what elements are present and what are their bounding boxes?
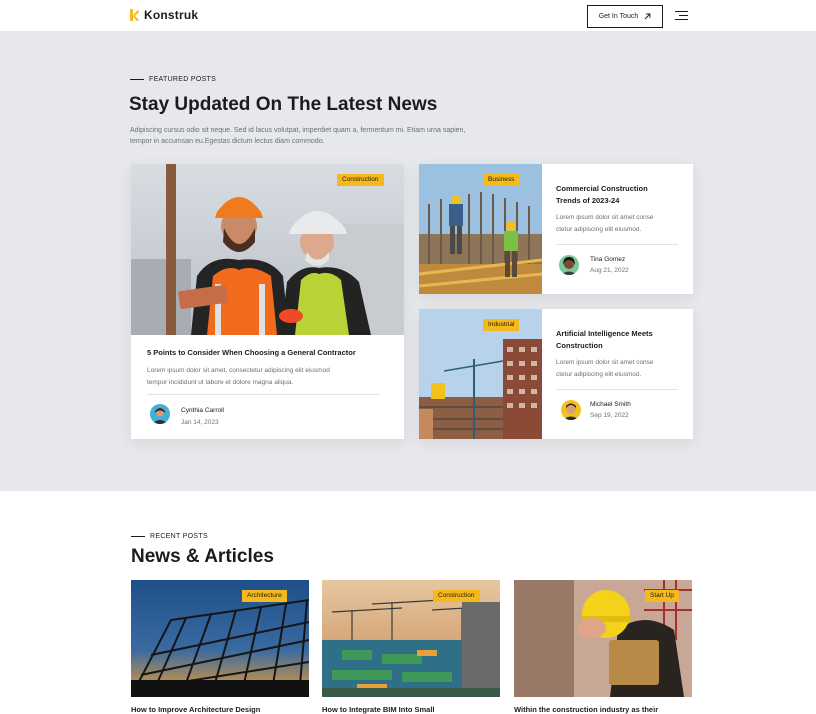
- category-tag[interactable]: Business: [483, 174, 520, 186]
- post-title-link[interactable]: How to Integrate BIM Into Small: [322, 705, 435, 714]
- featured-side-card[interactable]: Industrial Artificial Intelligence Meets…: [419, 309, 693, 439]
- brand-logo[interactable]: Konstruk: [130, 8, 198, 22]
- post-title-link[interactable]: Commercial Construction: [556, 183, 648, 195]
- architecture-photo: Architecture: [131, 580, 309, 697]
- author-avatar[interactable]: [150, 404, 170, 424]
- post-title-link[interactable]: Artificial Intelligence Meets: [556, 328, 653, 340]
- arrow-up-right-icon: [644, 13, 651, 20]
- post-title-link[interactable]: Within the construction industry as thei…: [514, 705, 658, 714]
- featured-description: Adipiscing cursus odio sit neque. Sed id…: [130, 127, 466, 145]
- post-title-link[interactable]: How to Improve Architecture Design: [131, 705, 260, 714]
- recent-eyebrow: RECENT POSTS: [131, 533, 208, 540]
- rebar-workers-photo: Business: [419, 164, 542, 294]
- post-date: Sep 19, 2022: [590, 412, 629, 419]
- get-in-touch-label: Get In Touch: [598, 13, 639, 20]
- contractors-photo: Construction: [131, 164, 404, 335]
- post-excerpt-line: Lorem ipsum dolor sit amet conse: [556, 359, 654, 366]
- post-excerpt-line: Lorem ipsum dolor sit amet, consectetur …: [147, 367, 330, 374]
- category-tag[interactable]: Construction: [433, 590, 480, 602]
- get-in-touch-button[interactable]: Get In Touch: [587, 5, 663, 28]
- featured-posts-section: FEATURED POSTS Stay Updated On The Lates…: [0, 32, 816, 491]
- recent-post-card[interactable]: Start Up Within the construction industr…: [514, 580, 692, 714]
- post-excerpt-line: Lorem ipsum dolor sit amet conse: [556, 214, 654, 221]
- post-title-link[interactable]: Construction: [556, 340, 603, 352]
- cranes-cityscape-photo: Construction: [322, 580, 500, 697]
- brand-mark-icon: [130, 9, 139, 21]
- featured-main-card[interactable]: Construction 5 Points to Consider When C…: [131, 164, 404, 439]
- recent-post-card[interactable]: Construction How to Integrate BIM Into S…: [322, 580, 500, 714]
- featured-eyebrow: FEATURED POSTS: [130, 76, 216, 83]
- post-excerpt-line: ctetur adipiscing elit eiusmod.: [556, 226, 642, 233]
- recent-title: News & Articles: [131, 546, 274, 567]
- post-excerpt-line: tempor incididunt ut labore et dolore ma…: [147, 379, 294, 386]
- category-tag[interactable]: Architecture: [242, 590, 287, 602]
- recent-posts-section: RECENT POSTS News & Articles Architectur…: [0, 491, 816, 714]
- post-title-link[interactable]: 5 Points to Consider When Choosing a Gen…: [147, 347, 356, 359]
- post-title-link[interactable]: Trends of 2023-24: [556, 195, 619, 207]
- author-name[interactable]: Cynthia Carroll: [181, 407, 224, 414]
- crane-building-photo: Industrial: [419, 309, 542, 439]
- site-header: Konstruk Get In Touch: [0, 0, 816, 32]
- featured-title: Stay Updated On The Latest News: [129, 94, 438, 115]
- category-tag[interactable]: Industrial: [483, 319, 520, 331]
- hamburger-menu-icon[interactable]: [675, 10, 689, 22]
- author-name[interactable]: Tina Gomez: [590, 256, 625, 263]
- featured-side-card[interactable]: Business Commercial Construction Trends …: [419, 164, 693, 294]
- category-tag[interactable]: Start Up: [645, 590, 679, 602]
- worker-helmet-photo: Start Up: [514, 580, 692, 697]
- author-name[interactable]: Michael Smith: [590, 401, 631, 408]
- brand-name: Konstruk: [144, 8, 199, 22]
- post-excerpt-line: ctetur adipiscing elit eiusmod.: [556, 371, 642, 378]
- post-date: Aug 21, 2022: [590, 267, 629, 274]
- author-avatar[interactable]: [559, 255, 579, 275]
- author-avatar[interactable]: [561, 400, 581, 420]
- recent-post-card[interactable]: Architecture How to Improve Architecture…: [131, 580, 309, 714]
- post-date: Jan 14, 2023: [181, 419, 219, 426]
- category-tag[interactable]: Construction: [337, 174, 384, 186]
